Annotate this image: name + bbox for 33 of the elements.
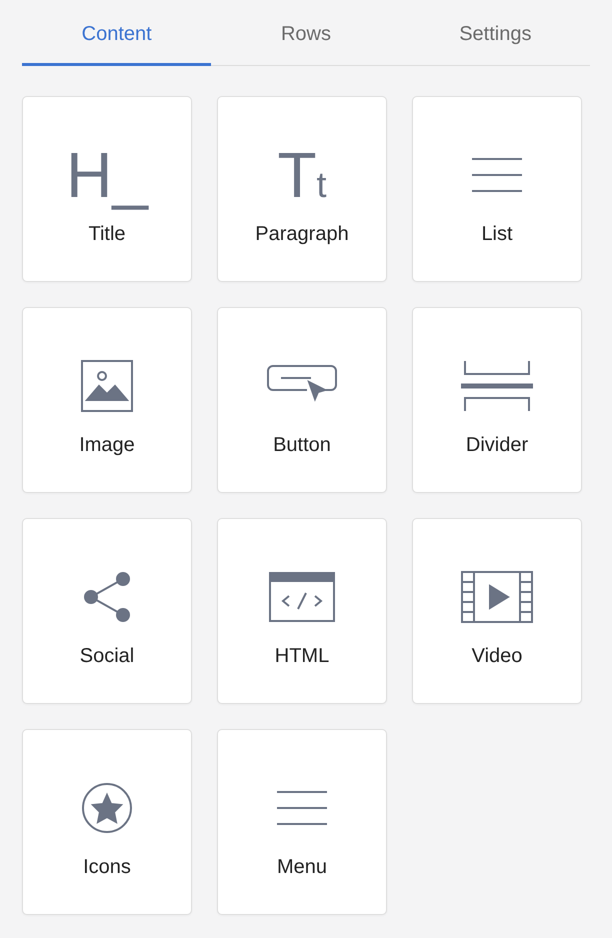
- block-label: Paragraph: [255, 223, 349, 246]
- image-icon: [81, 360, 133, 412]
- block-card[interactable]: H_ Title: [22, 96, 192, 282]
- block-card[interactable]: Icons: [22, 729, 192, 915]
- block-label: List: [481, 223, 513, 246]
- block-card[interactable]: List: [412, 96, 582, 282]
- block-card[interactable]: Image: [22, 307, 192, 493]
- block-card[interactable]: Menu: [217, 729, 387, 915]
- block-label: Image: [79, 434, 135, 457]
- block-label: Title: [88, 223, 126, 246]
- block-label: Icons: [83, 856, 131, 879]
- block-label: Social: [80, 645, 134, 668]
- divider-icon: [460, 360, 534, 412]
- block-card[interactable]: Button: [217, 307, 387, 493]
- block-card[interactable]: Video: [412, 518, 582, 704]
- code-window-icon: [269, 572, 335, 622]
- tab[interactable]: Settings: [400, 8, 590, 66]
- block-card[interactable]: Tt Paragraph: [217, 96, 387, 282]
- block-label: Divider: [466, 434, 528, 457]
- lines-icon: [471, 157, 523, 193]
- block-label: Button: [273, 434, 331, 457]
- block-card[interactable]: Social: [22, 518, 192, 704]
- share-icon: [83, 571, 131, 623]
- block-label: HTML: [274, 645, 330, 668]
- block-card[interactable]: Divider: [412, 307, 582, 493]
- block-label: Video: [472, 645, 522, 668]
- block-label: Menu: [276, 856, 328, 879]
- tab[interactable]: Content: [22, 8, 212, 66]
- tab[interactable]: Rows: [211, 8, 401, 66]
- block-card[interactable]: HTML: [217, 518, 387, 704]
- lines-icon: [276, 790, 328, 826]
- film-play-icon: [461, 571, 533, 623]
- text-icon: Tt: [277, 143, 327, 207]
